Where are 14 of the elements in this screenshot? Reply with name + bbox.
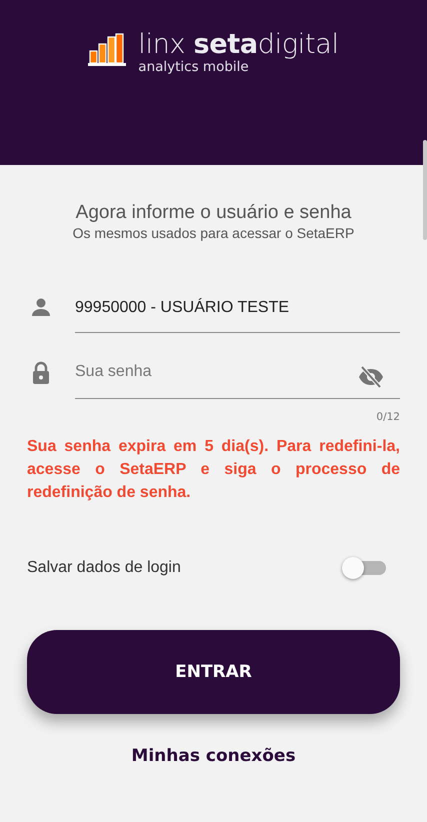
bar-chart-icon (88, 33, 126, 67)
form-subtitle: Os mesmos usados para acessar o SetaERP (72, 225, 356, 241)
scrollbar[interactable] (423, 140, 427, 240)
brand-subtitle: analytics mobile (138, 60, 250, 74)
form-title: Agora informe o usuário e senha (74, 201, 352, 225)
eye-slash-icon[interactable] (358, 366, 384, 388)
brand-name: linx setadigital (138, 30, 339, 60)
character-counter: 0/12 (376, 411, 400, 423)
password-warning: Sua senha expira em 5 dia(s). Para redefini-la, acesse o SetaERP e siga o processo de redefinição de senha. (27, 437, 400, 503)
connections-link[interactable]: Minhas conexões (125, 742, 302, 770)
save-login-label: Salvar dados de login (27, 559, 181, 577)
save-login-toggle[interactable] (342, 556, 386, 580)
username-field[interactable]: 99950000 - USUÁRIO TESTE (75, 291, 400, 333)
login-button[interactable]: ENTRAR (27, 630, 400, 714)
